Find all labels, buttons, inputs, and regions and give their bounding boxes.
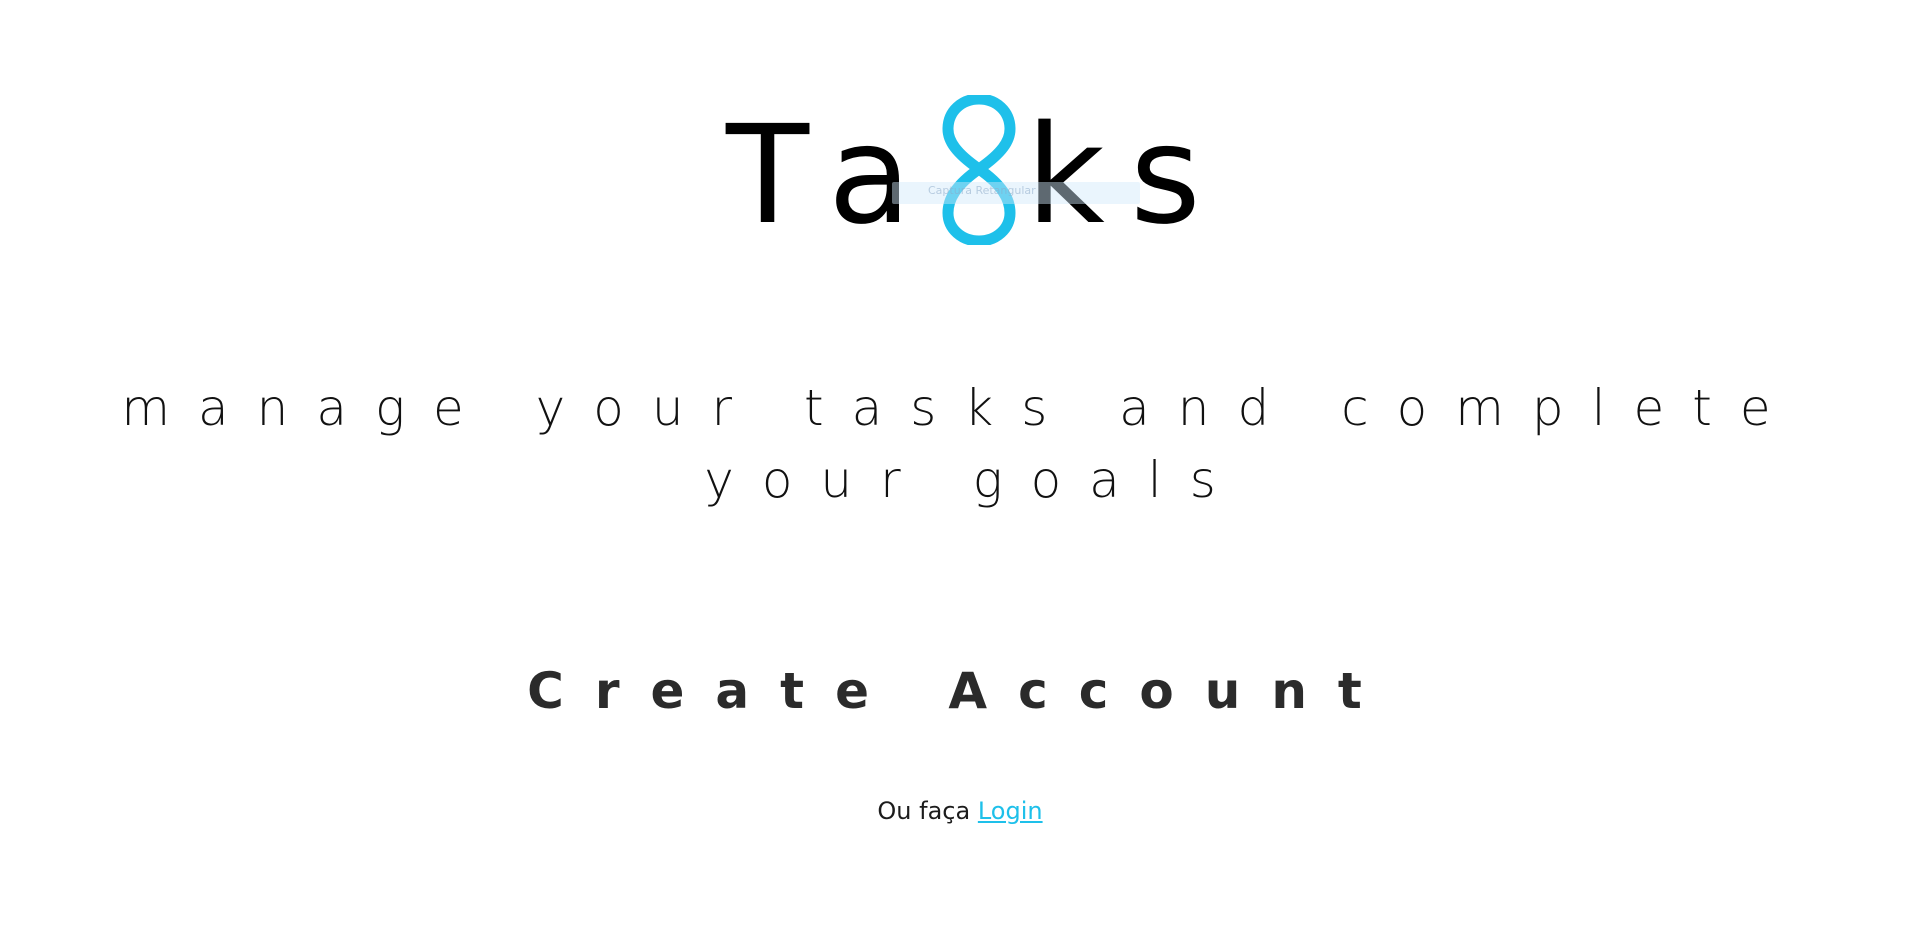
logo-letter-k: k (1026, 97, 1105, 255)
tagline-line-2: your goals (704, 451, 1244, 509)
create-account-button[interactable]: Create Account (0, 662, 1920, 720)
login-link[interactable]: Login (978, 797, 1043, 825)
infinity-s-icon (942, 95, 1016, 245)
logo-letter-a: a (828, 97, 912, 255)
logo-letter-t: T (726, 97, 810, 255)
tasks-logo: T a k s Captura Retangular (720, 95, 1210, 255)
logo-letter-s: s (1130, 97, 1201, 255)
tagline-line-1: manage your tasks and complete (121, 379, 1799, 437)
page: T a k s Captura Retangular manage your t… (0, 0, 1920, 947)
login-prompt-text: Ou faça (877, 797, 971, 825)
login-prompt: Ou faça Login (0, 797, 1920, 825)
tagline: manage your tasks and complete your goal… (0, 372, 1920, 516)
screenshot-overlay-label: Captura Retangular (928, 184, 1036, 197)
